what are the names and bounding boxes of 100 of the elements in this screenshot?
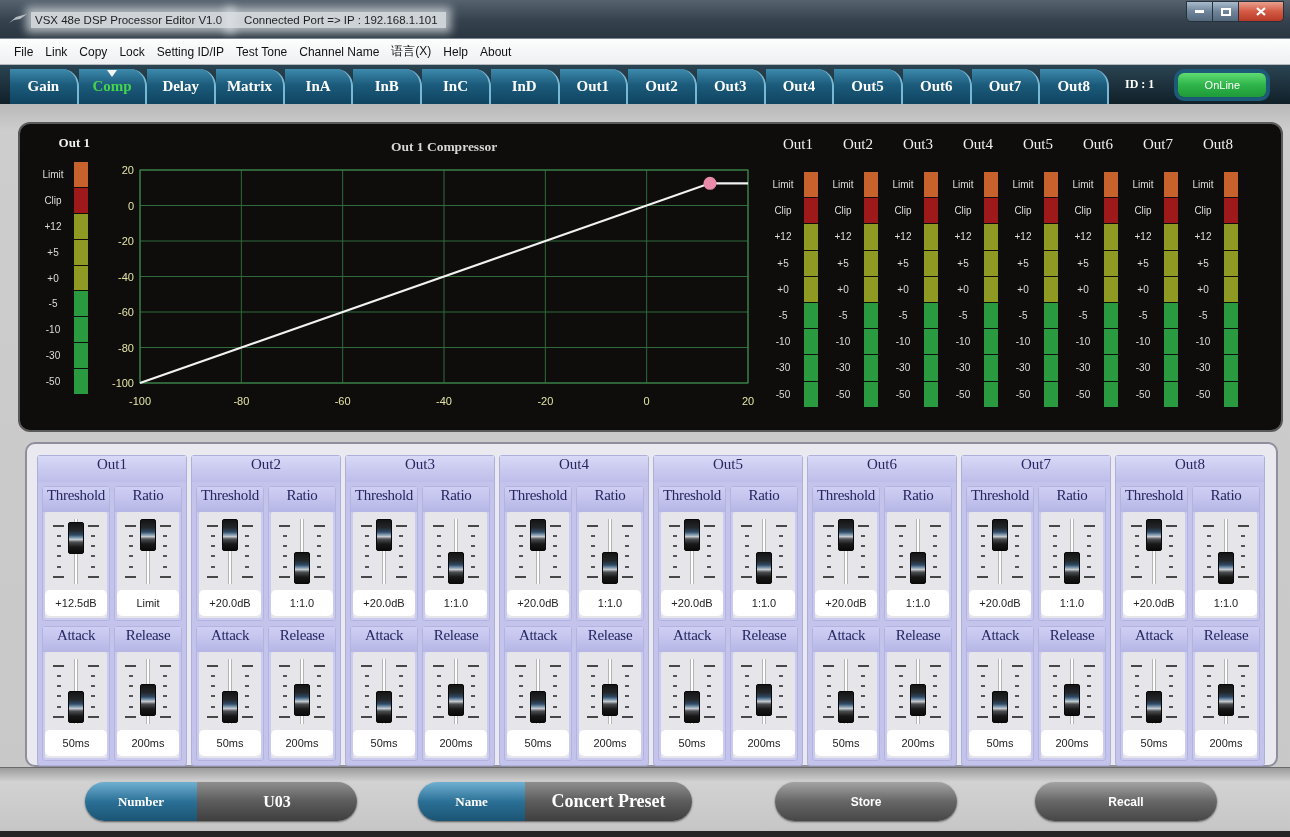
fader-thumb[interactable] xyxy=(1146,519,1162,551)
meter-label: Out8 xyxy=(1203,136,1233,154)
fader-thumb[interactable] xyxy=(602,683,618,716)
menu-item[interactable]: Setting ID/IP xyxy=(150,44,231,59)
tab[interactable]: Gain xyxy=(10,69,79,104)
meter-label: Out5 xyxy=(1023,136,1053,154)
tab[interactable]: InB xyxy=(353,69,423,104)
meter-scale-label: +0 xyxy=(47,271,59,286)
meter-scale-label: -5 xyxy=(1198,308,1208,323)
axis-tick-label: -40 xyxy=(118,270,134,283)
fader-thumb[interactable] xyxy=(68,691,84,723)
control-label: Threshold xyxy=(351,487,417,512)
fader-thumb[interactable] xyxy=(992,691,1008,723)
meter-scale-label: -5 xyxy=(778,308,788,323)
control-label: Release xyxy=(423,627,489,652)
axis-tick-label: 20 xyxy=(121,164,134,176)
value-readout: 1:1.0 xyxy=(887,590,949,616)
tab[interactable]: Out6 xyxy=(902,69,972,104)
control-label: Attack xyxy=(43,627,109,652)
fader-thumb[interactable] xyxy=(1218,683,1234,716)
menu-item[interactable]: File xyxy=(8,44,40,59)
minimize-button[interactable] xyxy=(1186,1,1213,22)
meter-label: Out2 xyxy=(843,136,873,154)
meter-scale-label: -30 xyxy=(895,361,911,376)
control-label: Release xyxy=(269,627,335,652)
maximize-button[interactable] xyxy=(1213,1,1239,22)
fader-thumb[interactable] xyxy=(910,552,926,584)
preset-number-field[interactable]: U03 xyxy=(197,782,357,821)
tab[interactable]: Out8 xyxy=(1040,69,1109,104)
fader-thumb[interactable] xyxy=(140,683,156,716)
app-logo-icon xyxy=(9,14,27,24)
tab[interactable]: Out3 xyxy=(696,69,766,104)
fader-thumb[interactable] xyxy=(1218,552,1234,584)
fader-thumb[interactable] xyxy=(376,691,392,723)
tab[interactable]: Out4 xyxy=(765,69,835,104)
preset-name-field[interactable]: Concert Preset xyxy=(525,782,692,821)
menu-item[interactable]: Channel Name xyxy=(293,44,386,59)
value-readout: 200ms xyxy=(733,730,795,756)
tab[interactable]: Out2 xyxy=(628,69,697,104)
fader-thumb[interactable] xyxy=(992,519,1008,551)
meter-scale-label: +0 xyxy=(837,282,849,297)
menu-item[interactable]: Link xyxy=(39,44,74,59)
meter-label: Out3 xyxy=(903,136,933,154)
fader-thumb[interactable] xyxy=(448,683,464,716)
meter-scale-label: +12 xyxy=(44,219,62,234)
tab[interactable]: Out7 xyxy=(971,69,1041,104)
value-readout: +20.0dB xyxy=(969,590,1031,616)
tab[interactable]: Delay xyxy=(147,69,217,104)
fader-thumb[interactable] xyxy=(376,519,392,551)
tab[interactable]: Matrix xyxy=(216,69,285,104)
fader-thumb[interactable] xyxy=(756,683,772,716)
meter-scale-label: +5 xyxy=(957,256,969,271)
meter-label: Out4 xyxy=(963,136,993,154)
store-button[interactable]: Store xyxy=(775,782,957,821)
fader-thumb[interactable] xyxy=(530,691,546,723)
axis-tick-label: -60 xyxy=(334,395,351,407)
tab[interactable]: Comp xyxy=(78,69,148,104)
fader-thumb[interactable] xyxy=(222,519,238,551)
axis-tick-label: 20 xyxy=(741,395,755,407)
window-title: VSX 48e DSP Processor Editor V1.0 xyxy=(31,12,231,28)
menu-item[interactable]: Test Tone xyxy=(230,44,294,59)
meter-scale-label: Clip xyxy=(774,204,792,219)
meter-scale-label: +5 xyxy=(1137,256,1149,271)
tab[interactable]: InA xyxy=(284,69,354,104)
meter-scale-label: +5 xyxy=(47,245,59,260)
close-button[interactable] xyxy=(1239,1,1284,22)
fader-thumb[interactable] xyxy=(838,691,854,723)
recall-button[interactable]: Recall xyxy=(1035,782,1217,821)
fader-thumb[interactable] xyxy=(1146,691,1162,723)
value-readout: 50ms xyxy=(1123,730,1185,756)
fader-thumb[interactable] xyxy=(222,691,238,723)
fader-thumb[interactable] xyxy=(684,519,700,551)
menu-item[interactable]: Lock xyxy=(113,44,151,59)
fader-thumb[interactable] xyxy=(838,519,854,551)
menu-item[interactable]: Copy xyxy=(73,44,114,59)
control-label: Ratio xyxy=(269,487,335,512)
fader-thumb[interactable] xyxy=(1064,683,1080,716)
fader-thumb[interactable] xyxy=(140,519,156,551)
fader-thumb[interactable] xyxy=(1064,552,1080,584)
menu-item[interactable]: Help xyxy=(437,44,474,59)
meter-scale-label: -10 xyxy=(835,335,851,350)
channel-title: Out5 xyxy=(654,456,802,482)
fader-thumb[interactable] xyxy=(68,522,84,555)
menu-item[interactable]: 语言(X) xyxy=(385,43,438,60)
maximize-icon xyxy=(1220,7,1231,16)
tab[interactable]: InD xyxy=(490,69,560,104)
tab[interactable]: InC xyxy=(422,69,491,104)
fader-thumb[interactable] xyxy=(910,683,926,716)
fader-thumb[interactable] xyxy=(602,552,618,584)
fader-thumb[interactable] xyxy=(294,552,310,584)
meter-scale-label: Limit xyxy=(892,178,914,192)
fader-thumb[interactable] xyxy=(448,552,464,584)
fader-thumb[interactable] xyxy=(530,519,546,551)
meter-scale-label: -10 xyxy=(955,335,971,350)
fader-thumb[interactable] xyxy=(756,552,772,584)
menu-item[interactable]: About xyxy=(474,44,518,59)
fader-thumb[interactable] xyxy=(294,683,310,716)
tab[interactable]: Out1 xyxy=(559,69,629,104)
fader-thumb[interactable] xyxy=(684,691,700,723)
tab[interactable]: Out5 xyxy=(834,69,903,104)
